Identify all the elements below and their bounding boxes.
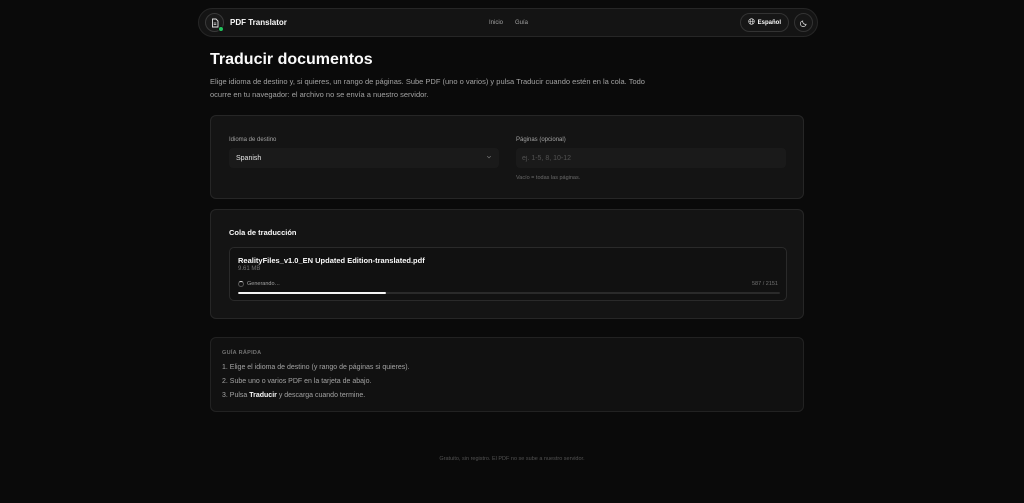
queue-item: RealityFiles_v1.0_EN Updated Edition-tra… — [229, 247, 787, 301]
brand[interactable]: PDF Translator — [205, 13, 287, 32]
nav-actions: Español — [739, 13, 813, 32]
guide-title: GUÍA RÁPIDA — [222, 350, 262, 356]
moon-icon — [799, 14, 808, 32]
chevron-down-icon — [486, 154, 492, 162]
brand-name: PDF Translator — [230, 18, 287, 27]
status-indicator: Generando… — [238, 281, 280, 287]
nav-link-guia[interactable]: Guía — [515, 20, 528, 26]
status-dot — [218, 26, 224, 32]
globe-icon — [748, 18, 755, 27]
queue-title: Cola de traducción — [229, 228, 297, 237]
guide-step-3-suffix: y descarga cuando termine. — [276, 392, 366, 399]
page-title: Traducir documentos — [210, 51, 373, 68]
pages-label: Páginas (opcional) — [516, 137, 566, 143]
settings-card: Idioma de destino Spanish Páginas (opcio… — [210, 115, 804, 199]
file-document-icon — [205, 13, 224, 32]
footer-note: Gratuito, sin registro. El PDF no se sub… — [439, 456, 585, 462]
page-counter: 587 / 2151 — [752, 281, 778, 287]
guide-step-3-prefix: 3. Pulsa — [222, 392, 250, 399]
language-label: Español — [757, 19, 781, 26]
guide-step-3-action: Traducir — [249, 392, 277, 399]
target-language-label: Idioma de destino — [229, 137, 277, 143]
translation-queue-card: Cola de traducción RealityFiles_v1.0_EN … — [210, 209, 804, 319]
progress-fill — [238, 292, 386, 294]
pages-hint: Vacío = todas las páginas. — [516, 175, 581, 181]
file-size: 9.61 MB — [238, 266, 261, 272]
guide-step-2: 2. Sube uno o varios PDF en la tarjeta d… — [222, 378, 372, 385]
top-navbar: PDF Translator Inicio Guía Español — [198, 8, 818, 37]
nav-link-inicio[interactable]: Inicio — [489, 20, 503, 26]
guide-step-3: 3. Pulsa Traducir y descarga cuando term… — [222, 392, 365, 399]
target-language-select[interactable]: Spanish — [229, 148, 499, 168]
nav-links: Inicio Guía — [489, 20, 528, 26]
spinner-icon — [238, 281, 244, 287]
progress-bar — [238, 292, 780, 294]
file-name: RealityFiles_v1.0_EN Updated Edition-tra… — [238, 256, 425, 265]
target-language-value: Spanish — [236, 154, 262, 162]
page-description: Elige idioma de destino y, si quieres, u… — [210, 77, 645, 99]
pages-input[interactable] — [516, 148, 786, 168]
status-text: Generando… — [247, 281, 281, 287]
guide-step-1: 1. Elige el idioma de destino (y rango d… — [222, 364, 410, 371]
language-button[interactable]: Español — [739, 13, 789, 32]
quick-guide-card: GUÍA RÁPIDA 1. Elige el idioma de destin… — [210, 337, 804, 412]
theme-toggle-button[interactable] — [794, 13, 813, 32]
